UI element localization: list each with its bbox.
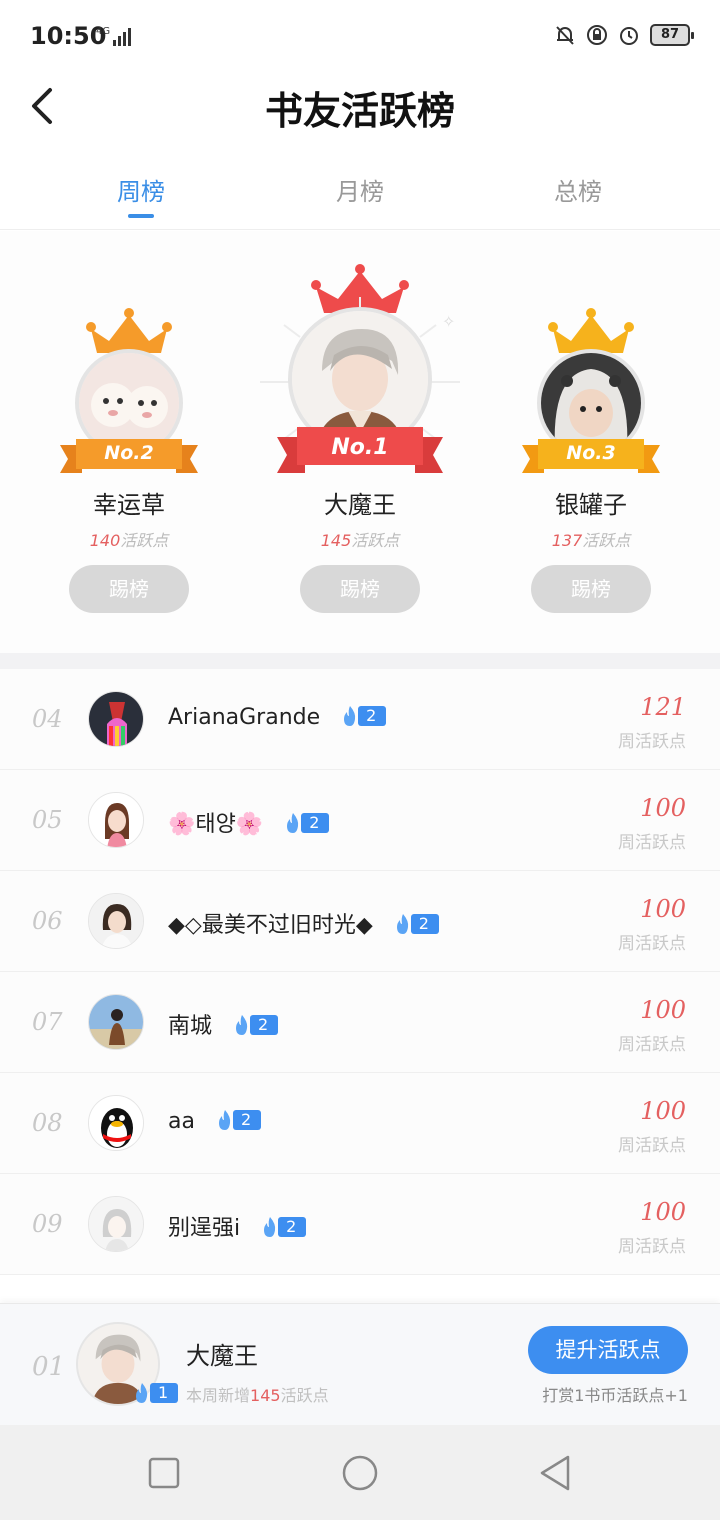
system-nav-bar [0, 1425, 720, 1520]
level-badge: 2 [338, 705, 387, 727]
recent-apps-icon[interactable] [144, 1453, 184, 1493]
rank-label-third: No.3 [566, 442, 616, 464]
kick-button-second[interactable]: 踢榜 [69, 565, 189, 613]
username: 南城 2 [168, 1008, 279, 1040]
flame-icon [287, 813, 299, 833]
svg-text:✧: ✧ [442, 312, 455, 331]
avatar[interactable] [88, 691, 144, 747]
my-weekly-gain: 本周新增145活跃点 [186, 1386, 329, 1405]
flame-icon [396, 914, 408, 934]
username: 🌸태양🌸 2 [168, 806, 330, 838]
my-rank-bar: 01 1 大魔王 本周新增145活跃点 提升活跃点 打赏1书币活跃点+1 [0, 1303, 720, 1425]
score-value: 100 [640, 1198, 686, 1226]
my-username: 大魔王 [186, 1342, 258, 1370]
signal-icon [113, 28, 131, 46]
points-second: 140活跃点 [89, 531, 169, 550]
crown-icon [86, 308, 172, 353]
score-value: 121 [640, 693, 686, 721]
baby-avatar-image [541, 353, 641, 453]
score-value: 100 [640, 996, 686, 1024]
kick-button-third[interactable]: 踢榜 [531, 565, 651, 613]
avatar[interactable] [88, 1095, 144, 1151]
score-label: 周活跃点 [618, 833, 686, 853]
score-label: 周活跃点 [618, 732, 686, 752]
flame-icon [236, 1015, 248, 1035]
list-item[interactable]: 07 南城 2 100 周活跃点 [0, 972, 720, 1073]
score-label: 周活跃点 [618, 1035, 686, 1055]
mute-bell-icon [556, 26, 574, 45]
score-value: 100 [640, 794, 686, 822]
podium-third: No.3 银罐子 137活跃点 踢榜 [491, 231, 691, 653]
list-item[interactable]: 05 🌸태양🌸 2 100 周活跃点 [0, 770, 720, 871]
name-first: 大魔王 [324, 491, 396, 519]
flame-icon [264, 1217, 276, 1237]
avatar[interactable] [88, 994, 144, 1050]
rank-number: 06 [32, 907, 63, 935]
username: 别逞强i 2 [168, 1210, 307, 1242]
rank-label-second: No.2 [104, 442, 154, 464]
flame-icon [136, 1383, 148, 1403]
rank-number: 05 [32, 806, 63, 834]
level-badge: 2 [213, 1109, 262, 1131]
level-badge: 2 [391, 913, 439, 935]
username: ◆◇最美不过旧时光◆ 2 [168, 907, 439, 939]
username: ArianaGrande 2 [168, 705, 387, 730]
network-type: 4G [96, 26, 111, 37]
header: 书友活跃榜 [0, 70, 720, 140]
list-item[interactable]: 04 ArianaGrande 2 121 周活跃点 [0, 669, 720, 770]
battery-icon: 87 [650, 24, 694, 46]
top-three-podium: No.2 幸运草 140活跃点 踢榜 ✧ No.1 大魔王 145活跃点 踢榜 … [0, 231, 720, 653]
score-value: 100 [640, 1097, 686, 1125]
kick-button-first[interactable]: 踢榜 [300, 565, 420, 613]
rank-label-first: No.1 [331, 435, 389, 460]
rank-number: 09 [32, 1210, 63, 1238]
level-badge: 2 [281, 812, 330, 834]
podium-first: ✧ No.1 大魔王 145活跃点 踢榜 [260, 231, 460, 653]
flame-icon [218, 1110, 231, 1130]
points-third: 137活跃点 [551, 531, 631, 550]
boost-activity-button[interactable]: 提升活跃点 [528, 1326, 688, 1374]
tab-total[interactable]: 总榜 [518, 172, 638, 207]
list-item[interactable]: 08 aa 2 100 周活跃点 [0, 1073, 720, 1174]
rank-number: 04 [32, 705, 63, 733]
section-divider [0, 653, 720, 669]
crown-icon [548, 308, 634, 353]
podium-second: No.2 幸运草 140活跃点 踢榜 [29, 231, 229, 653]
period-tabs: 周榜 月榜 总榜 [0, 150, 720, 230]
avatar[interactable] [88, 893, 144, 949]
status-time: 10:50 [30, 22, 107, 50]
list-item[interactable]: 06 ◆◇最美不过旧时光◆ 2 100 周活跃点 [0, 871, 720, 972]
flame-icon [344, 706, 356, 726]
score-label: 周活跃点 [618, 934, 686, 954]
status-bar: 10:50 4G 87 [0, 0, 720, 70]
home-icon[interactable] [340, 1453, 380, 1493]
name-third: 银罐子 [555, 491, 627, 519]
my-level-badge: 1 [130, 1382, 179, 1404]
alarm-icon [620, 27, 638, 45]
list-item[interactable]: 09 别逞强i 2 100 周活跃点 [0, 1174, 720, 1275]
points-first: 145活跃点 [320, 531, 400, 550]
avatar[interactable] [88, 792, 144, 848]
back-triangle-icon[interactable] [536, 1453, 576, 1493]
reward-tip: 打赏1书币活跃点+1 [542, 1386, 688, 1405]
page-title: 书友活跃榜 [264, 88, 455, 133]
avatar[interactable] [88, 1196, 144, 1252]
score-label: 周活跃点 [618, 1136, 686, 1156]
ranking-list: 04 ArianaGrande 2 121 周活跃点 05 🌸태양🌸 2 100 周… [0, 669, 720, 1275]
level-badge: 2 [230, 1014, 279, 1036]
level-badge: 2 [258, 1216, 307, 1238]
my-rank-number: 01 [32, 1352, 66, 1382]
active-tab-indicator [128, 214, 154, 218]
tab-monthly[interactable]: 月榜 [300, 172, 420, 207]
score-value: 100 [640, 895, 686, 923]
tab-weekly[interactable]: 周榜 [81, 172, 201, 207]
score-label: 周活跃点 [618, 1237, 686, 1257]
rank-number: 08 [32, 1109, 63, 1137]
rotation-lock-icon [587, 25, 607, 45]
name-second: 幸运草 [93, 491, 165, 519]
username: aa 2 [168, 1109, 262, 1134]
rank-number: 07 [32, 1008, 63, 1036]
dogs-avatar-image [79, 353, 179, 453]
